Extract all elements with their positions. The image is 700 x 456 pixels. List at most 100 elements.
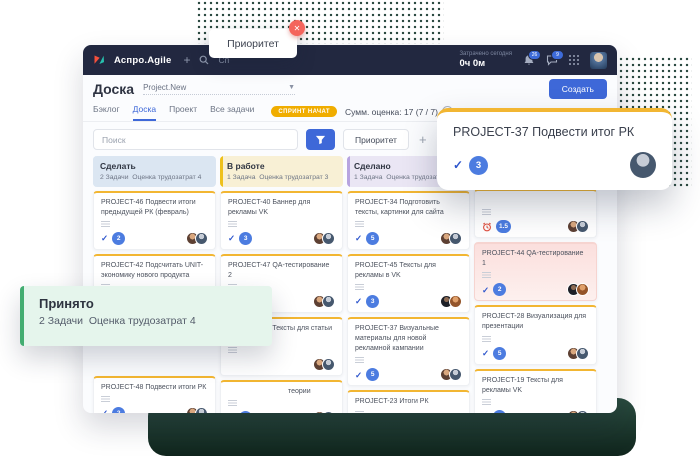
board-column: Сделано1 Задача Оценка трудозатратPROJEC…: [347, 156, 470, 413]
task-card-footer: ✓5: [482, 410, 589, 413]
close-icon[interactable]: ✕: [289, 20, 305, 36]
tab-2[interactable]: Проект: [169, 104, 197, 121]
priority-filter-chip[interactable]: Приоритет: [343, 129, 409, 150]
task-card-title: PROJECT-34 Подготовить тексты, картинки …: [355, 198, 462, 218]
avatar: [322, 411, 335, 413]
description-icon: [482, 399, 491, 405]
task-card[interactable]: PROJECT-23 Итоги РК✓5: [347, 390, 470, 413]
add-filter-button[interactable]: +: [419, 132, 427, 147]
add-icon[interactable]: +: [183, 53, 190, 67]
app-name: Аспро.Agile: [114, 55, 171, 66]
funnel-icon: [315, 134, 326, 145]
board-select[interactable]: Project.New ▼: [143, 83, 295, 95]
priority-tooltip: Приоритет ✕: [209, 29, 297, 58]
task-card[interactable]: PROJECT-40 Баннер для рекламы VK✓3: [220, 191, 343, 250]
task-card[interactable]: PROJECT-45 Тексты для рекламы в VK✓3: [347, 254, 470, 313]
task-card-title: теории: [228, 387, 335, 397]
time-tracker-value: 0ч 0м: [459, 58, 512, 69]
task-card-title: PROJECT-37 Визуальные материалы для ново…: [355, 324, 462, 354]
estimate-badge: 2: [493, 283, 506, 296]
task-card[interactable]: PROJECT-34 Подготовить тексты, картинки …: [347, 191, 470, 250]
description-icon: [482, 336, 491, 342]
estimate-badge: 3: [239, 232, 252, 245]
task-card[interactable]: PROJECT-37 Визуальные материалы для ново…: [347, 317, 470, 386]
tab-1[interactable]: Доска: [133, 104, 156, 121]
task-card-footer: ✓3: [355, 295, 462, 308]
search-icon[interactable]: [199, 55, 209, 65]
tabs: Бэклог Доска Проект Все задачи: [93, 104, 254, 121]
assignee-avatars: [313, 232, 335, 245]
task-card-footer: ✓5: [482, 347, 589, 360]
column-title: В работе: [227, 161, 336, 171]
task-card-title: PROJECT-44 QA-тестирование 1: [482, 249, 589, 269]
tab-0[interactable]: Бэклог: [93, 104, 120, 121]
avatar: [195, 407, 208, 413]
assignee-avatars: [440, 232, 462, 245]
column-meta: 1 Задача Оценка трудозатрат 3: [227, 174, 336, 181]
navbar-right-group: Затрачено сегодня 0ч 0м 26 9: [459, 51, 607, 69]
stage: Аспро.Agile + Сп Затрачено сегодня 0ч 0м…: [0, 0, 700, 456]
task-card[interactable]: PROJECT-19 Тексты для рекламы VK ✓5: [474, 369, 597, 413]
tab-3[interactable]: Все задачи: [210, 104, 254, 121]
column-header: В работе 1 Задача Оценка трудозатрат 3: [220, 156, 343, 187]
board: Сделать2 Задачи Оценка трудозатрат 4PROJ…: [93, 156, 607, 413]
column-title: Сделать: [100, 161, 209, 171]
bell-badge: 26: [528, 50, 541, 60]
apps-grid-icon[interactable]: [569, 55, 579, 65]
task-card[interactable]: теории✓3: [220, 380, 343, 413]
time-tracker[interactable]: Затрачено сегодня 0ч 0м: [459, 51, 512, 69]
avatar: [449, 232, 462, 245]
estimate-badge: 5: [493, 347, 506, 360]
task-card[interactable]: PROJECT-46 Подвести итоги предыдущей РК …: [93, 191, 216, 250]
task-popup-card[interactable]: PROJECT-37 Подвести итог РК ✓ 3: [437, 108, 672, 190]
filter-button[interactable]: [306, 129, 335, 150]
top-navbar: Аспро.Agile + Сп Затрачено сегодня 0ч 0м…: [83, 45, 617, 75]
user-avatar[interactable]: [590, 52, 607, 69]
summary-score: Сумм. оценка: 17 (7 / 7): [345, 107, 438, 117]
task-card-title: PROJECT-48 Подвести итоги РК: [101, 383, 208, 393]
search-input[interactable]: [93, 129, 298, 150]
chat-icon[interactable]: 9: [546, 54, 558, 66]
notifications-bell-icon[interactable]: 26: [523, 54, 535, 66]
description-icon: [355, 411, 364, 413]
done-check-icon: ✓: [355, 371, 362, 380]
time-tracker-label: Затрачено сегодня: [459, 51, 512, 57]
task-card-title: PROJECT-19 Тексты для рекламы VK: [482, 376, 589, 396]
assignee-avatars: [313, 411, 335, 413]
avatar: [576, 283, 589, 296]
avatar: [195, 232, 208, 245]
page-title: Доска: [93, 81, 134, 97]
task-card-title: PROJECT-42 Подсчитать UNIT-экономику нов…: [101, 261, 208, 281]
overdue-clock-icon: [482, 222, 492, 232]
avatar: [576, 410, 589, 413]
task-card-title: PROJECT-47 QA-тестирование 2: [228, 261, 335, 281]
description-icon: [101, 396, 110, 402]
description-icon: [101, 221, 110, 227]
done-check-icon: ✓: [482, 286, 489, 295]
task-card[interactable]: PROJECT-28 Визуализация для презентации✓…: [474, 305, 597, 364]
create-button[interactable]: Создать: [549, 79, 607, 99]
description-icon: [482, 272, 491, 278]
task-card[interactable]: PROJECT-48 Подвести итоги РК ✓2: [93, 376, 216, 413]
task-card[interactable]: 1.5: [474, 189, 597, 238]
description-icon: [228, 400, 237, 406]
assignee-avatars: [567, 410, 589, 413]
estimate-badge: 5: [366, 368, 379, 381]
task-card-footer: ✓2: [101, 407, 208, 413]
task-popup-title: PROJECT-37 Подвести итог РК: [453, 125, 656, 139]
task-card[interactable]: PROJECT-44 QA-тестирование 1 ✓ 2: [474, 242, 597, 301]
avatar: [576, 347, 589, 360]
estimate-badge: 3: [239, 411, 252, 413]
estimate-badge: 5: [366, 232, 379, 245]
accepted-title: Принято: [39, 296, 272, 311]
board-column: В работе 1 Задача Оценка трудозатрат 3 PRO…: [220, 156, 343, 413]
column-header: Сделать2 Задачи Оценка трудозатрат 4: [93, 156, 216, 187]
done-check-icon: ✓: [453, 159, 463, 171]
description-icon: [355, 357, 364, 363]
assignee-avatars: [313, 358, 335, 371]
done-check-icon: ✓: [482, 349, 489, 358]
accepted-column-panel: Принято 2 Задачи Оценка трудозатрат 4: [20, 286, 272, 346]
task-card-footer: ✓5: [355, 368, 462, 381]
board-select-value: Project.New: [143, 83, 186, 92]
chat-badge: 9: [551, 50, 564, 60]
